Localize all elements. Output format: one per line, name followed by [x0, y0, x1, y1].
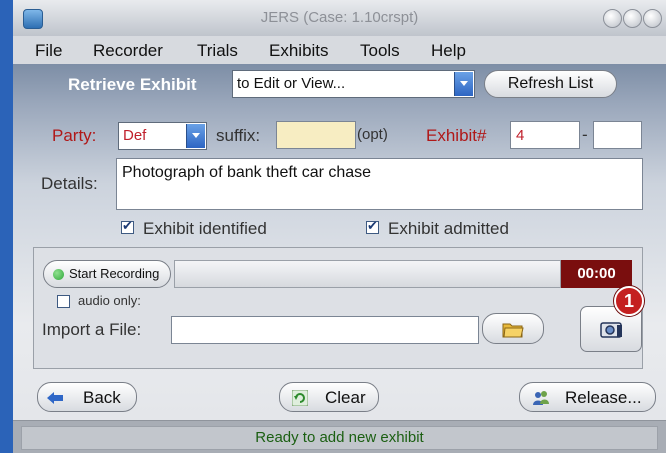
close-button[interactable] — [643, 9, 662, 28]
recording-panel: Start Recording 00:00 audio only: Import… — [33, 247, 644, 369]
exhibit-admitted-label: Exhibit admitted — [388, 219, 509, 238]
exhibit-number-label: Exhibit# — [426, 126, 487, 145]
audio-only-checkbox[interactable] — [57, 295, 70, 308]
clear-label: Clear — [325, 388, 366, 407]
party-value: Def — [123, 127, 147, 144]
import-file-input[interactable] — [171, 316, 479, 344]
title-bar[interactable]: JERS (Case: 1.10crspt) — [13, 0, 666, 37]
menu-recorder[interactable]: Recorder — [93, 41, 163, 61]
release-button[interactable]: Release... — [519, 382, 656, 412]
party-select[interactable]: Def — [118, 122, 207, 150]
audio-only-label: audio only: — [78, 293, 141, 308]
chevron-down-icon[interactable] — [186, 124, 205, 148]
exhibit-number-input[interactable]: 4 — [510, 121, 580, 149]
opt-label: (opt) — [357, 126, 388, 143]
details-label: Details: — [41, 174, 98, 193]
menu-file[interactable]: File — [35, 41, 62, 61]
retrieve-exhibit-select[interactable]: to Edit or View... — [232, 70, 475, 98]
window-title: JERS (Case: 1.10crspt) — [260, 9, 419, 26]
clear-button[interactable]: Clear — [279, 382, 379, 412]
suffix-input[interactable] — [276, 121, 356, 149]
party-label: Party: — [52, 126, 97, 145]
exhibit-identified-label: Exhibit identified — [143, 219, 267, 238]
recording-timer: 00:00 — [561, 260, 632, 288]
exhibit-admitted-checkbox[interactable] — [366, 218, 379, 234]
refresh-list-button[interactable]: Refresh List — [484, 70, 617, 98]
back-label: Back — [83, 388, 121, 407]
back-button[interactable]: Back — [37, 382, 137, 412]
refresh-icon — [292, 390, 308, 406]
maximize-button[interactable] — [623, 9, 642, 28]
suffix-label: suffix: — [216, 126, 261, 145]
chevron-down-icon[interactable] — [454, 72, 473, 96]
exhibit-identified-checkbox[interactable] — [121, 218, 134, 234]
start-recording-label: Start Recording — [69, 266, 160, 281]
step-badge: 1 — [614, 286, 644, 316]
retrieve-exhibit-label: Retrieve Exhibit — [68, 75, 197, 94]
menu-exhibits[interactable]: Exhibits — [269, 41, 329, 61]
app-window: JERS (Case: 1.10crspt) File Recorder Tri… — [13, 0, 666, 453]
menu-trials[interactable]: Trials — [197, 41, 238, 61]
release-label: Release... — [565, 388, 642, 407]
minimize-button[interactable] — [603, 9, 622, 28]
arrow-left-icon — [47, 392, 63, 404]
folder-icon — [502, 323, 524, 338]
retrieve-exhibit-value: to Edit or View... — [237, 75, 346, 92]
status-text: Ready to add new exhibit — [21, 426, 658, 450]
browse-folder-button[interactable] — [482, 313, 544, 344]
camera-icon — [600, 322, 622, 338]
menu-tools[interactable]: Tools — [360, 41, 400, 61]
main-panel: Retrieve Exhibit to Edit or View... Refr… — [13, 64, 666, 420]
recording-progress-bar — [174, 260, 561, 288]
users-icon — [533, 391, 549, 405]
menu-help[interactable]: Help — [431, 41, 466, 61]
menu-bar: File Recorder Trials Exhibits Tools Help — [13, 36, 666, 64]
details-input[interactable]: Photograph of bank theft car chase — [116, 158, 643, 210]
exhibit-sub-input[interactable] — [593, 121, 642, 149]
import-file-label: Import a File: — [42, 320, 142, 339]
exhibit-dash: - — [582, 125, 588, 144]
status-bar: Ready to add new exhibit — [13, 420, 666, 453]
record-indicator-icon — [53, 269, 64, 280]
start-recording-button[interactable]: Start Recording — [43, 260, 171, 288]
